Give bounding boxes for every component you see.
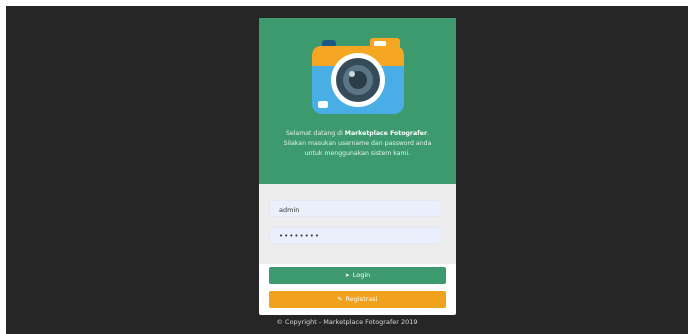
login-card: Selamat datang di Marketplace Fotografer…	[259, 18, 456, 315]
card-header: Selamat datang di Marketplace Fotografer…	[259, 18, 456, 184]
instructions-line-2: Silakan masukan username dan password an…	[283, 140, 432, 147]
welcome-message: Selamat datang di Marketplace Fotografer…	[265, 129, 450, 159]
login-button-label: Login	[352, 271, 371, 279]
camera-icon	[312, 38, 404, 114]
login-button[interactable]: ➤ Login	[269, 267, 446, 284]
password-input[interactable]: ••••••••	[269, 227, 442, 244]
brand-name: Marketplace Fotografer	[344, 130, 428, 137]
welcome-suffix: .	[427, 130, 430, 137]
register-button-label: Registrasi	[345, 295, 378, 303]
register-button[interactable]: ✎ Registrasi	[269, 291, 446, 308]
login-form: admin ••••••••	[259, 184, 456, 264]
instructions-line-3: untuk menggunakan sistem kami.	[304, 150, 411, 157]
welcome-prefix: Selamat datang di	[285, 130, 345, 137]
username-input[interactable]: admin	[269, 200, 442, 217]
page-background: Selamat datang di Marketplace Fotografer…	[6, 6, 688, 334]
sign-in-icon: ➤	[344, 272, 350, 279]
footer-copyright: © Copyright - Marketplace Fotografer 201…	[276, 318, 418, 326]
edit-icon: ✎	[337, 296, 343, 303]
